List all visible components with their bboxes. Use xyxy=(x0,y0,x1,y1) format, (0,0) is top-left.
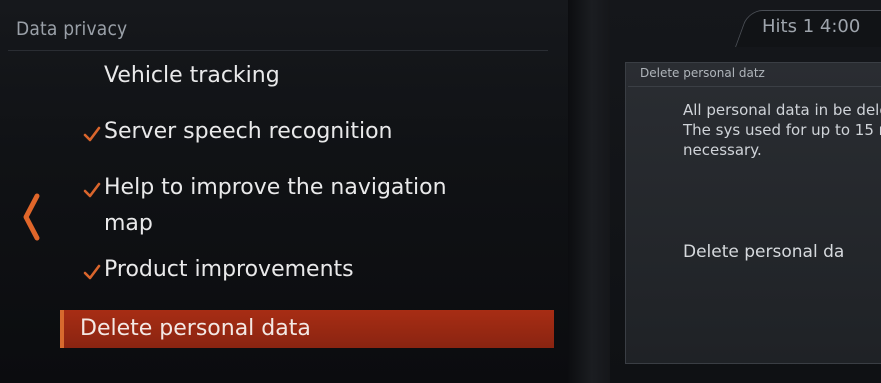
menu-item-label: Server speech recognition xyxy=(104,119,393,144)
menu-item-vehicle-tracking[interactable]: Vehicle tracking xyxy=(104,58,280,94)
menu-item-label-line2: map xyxy=(104,211,153,236)
menu-item-label: Product improvements xyxy=(104,257,354,282)
menu-item-label: Delete personal data xyxy=(80,316,311,341)
info-panel-divider xyxy=(628,86,881,87)
menu-item-label: Help to improve the navigation xyxy=(104,175,447,200)
info-panel-body: All personal data in be deleted. The sys… xyxy=(683,101,881,159)
menu-item-help-improve-navigation-map[interactable]: Help to improve the navigation map xyxy=(104,170,447,242)
info-panel-title: Delete personal datz xyxy=(640,66,765,80)
menu-item-delete-personal-data[interactable]: Delete personal data xyxy=(60,310,554,348)
back-arrow-icon[interactable] xyxy=(18,192,46,242)
menu-item-server-speech-recognition[interactable]: Server speech recognition xyxy=(104,114,392,150)
status-text: Hits 1 4:00 xyxy=(762,16,861,37)
checkmark-icon xyxy=(82,180,102,200)
menu-item-label: Vehicle tracking xyxy=(104,63,280,88)
menu-item-product-improvements[interactable]: Product improvements xyxy=(104,252,354,288)
page-header: Data privacy xyxy=(8,12,548,51)
page-title: Data privacy xyxy=(16,18,128,40)
info-panel-action[interactable]: Delete personal da xyxy=(683,242,844,262)
checkmark-icon xyxy=(82,124,102,144)
checkmark-icon xyxy=(82,262,102,282)
